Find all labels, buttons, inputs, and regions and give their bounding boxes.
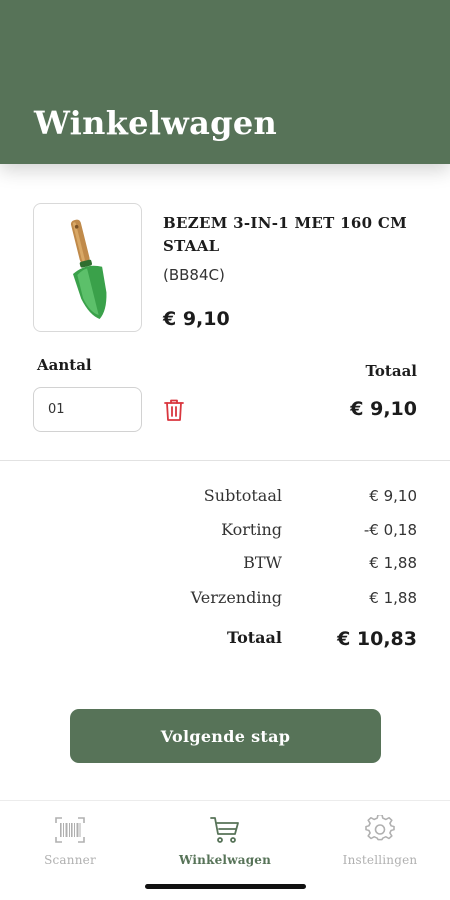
- summary-label: BTW: [243, 553, 282, 572]
- cart-icon: [210, 817, 239, 843]
- barcode-icon: [55, 817, 85, 843]
- tab-settings[interactable]: Instellingen: [305, 815, 450, 875]
- product-name: BEZEM 3-IN-1 MET 160 CM STAAL: [163, 214, 407, 255]
- gear-icon: [365, 815, 395, 841]
- summary-row-subtotal: Subtotaal € 9,10: [0, 486, 450, 510]
- next-step-button[interactable]: Volgende stap: [70, 709, 381, 763]
- summary-total-label: Totaal: [227, 628, 282, 647]
- summary-row-total: Totaal € 10,83: [0, 628, 450, 652]
- summary-value: € 1,88: [369, 554, 417, 572]
- garden-trowel-icon: [70, 219, 107, 319]
- tab-label: Instellingen: [342, 853, 418, 867]
- trash-icon[interactable]: [163, 398, 185, 422]
- tab-cart[interactable]: Winkelwagen: [150, 815, 300, 875]
- quantity-input[interactable]: [33, 387, 142, 432]
- quantity-label: Aantal: [37, 356, 92, 374]
- summary-label: Verzending: [190, 588, 282, 607]
- summary-value: -€ 0,18: [363, 521, 417, 539]
- summary-row-vat: BTW € 1,88: [0, 553, 450, 577]
- line-total-label: Totaal: [365, 362, 417, 380]
- summary-label: Korting: [221, 520, 282, 539]
- product-price: € 9,10: [163, 308, 230, 330]
- tab-label: Winkelwagen: [178, 853, 272, 867]
- home-indicator: [145, 884, 306, 889]
- page-title: Winkelwagen: [34, 104, 278, 142]
- divider: [0, 460, 450, 461]
- summary-value: € 9,10: [369, 487, 417, 505]
- summary-value: € 1,88: [369, 589, 417, 607]
- tabbar-divider: [0, 800, 450, 801]
- summary-total-value: € 10,83: [337, 628, 417, 650]
- product-sku: (BB84C): [163, 266, 225, 284]
- summary-row-shipping: Verzending € 1,88: [0, 588, 450, 612]
- line-total-value: € 9,10: [350, 398, 417, 420]
- app-header: Winkelwagen: [0, 0, 450, 164]
- summary-row-discount: Korting -€ 0,18: [0, 520, 450, 544]
- tab-scanner[interactable]: Scanner: [0, 815, 145, 875]
- summary-label: Subtotaal: [203, 486, 282, 505]
- tab-label: Scanner: [44, 853, 96, 867]
- product-image: [33, 203, 142, 332]
